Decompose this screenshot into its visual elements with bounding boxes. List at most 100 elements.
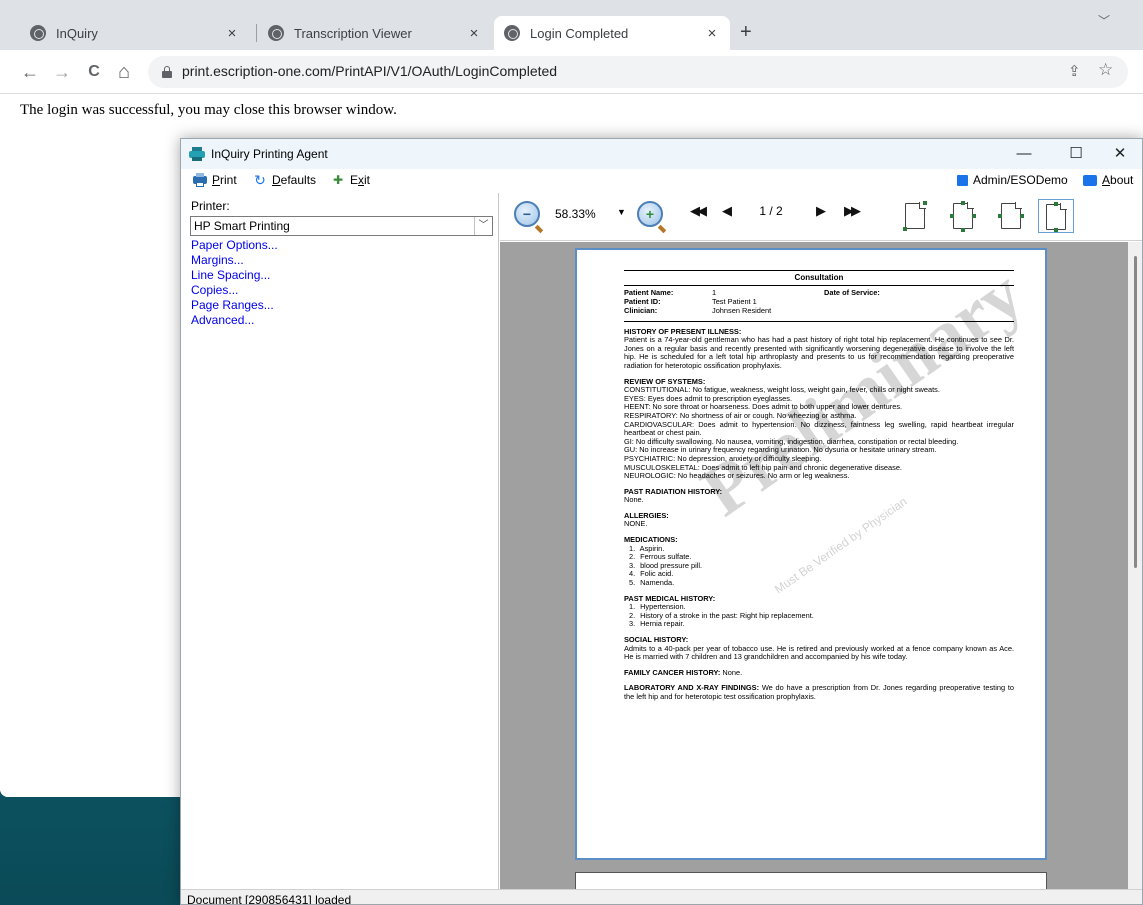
hpi-section: HISTORY OF PRESENT ILLNESS: Patient is a… <box>624 327 1014 371</box>
section-title: ALLERGIES: <box>624 510 669 520</box>
tab-separator <box>256 24 257 42</box>
exit-icon: ✚ <box>332 173 344 187</box>
app-menubar: Print ↻ Defaults ✚ Ex it Admin/ESODemo Ab… <box>181 169 1142 193</box>
tab-title: InQuiry <box>56 25 98 41</box>
print-label: rint <box>220 173 237 187</box>
document-page-2 <box>575 872 1047 889</box>
section-text: None. <box>624 495 644 505</box>
ros-line: CARDIOVASCULAR: Does admit to hypertensi… <box>624 419 1014 438</box>
patient-header: Patient Name: 1 Date of Service: Patient… <box>624 287 1014 321</box>
printer-select-value: HP Smart Printing <box>194 219 290 233</box>
margins-link[interactable]: Margins... <box>191 253 278 268</box>
browser-toolbar: ← → C ⌂ print.escription-one.com/PrintAP… <box>0 50 1143 94</box>
reload-button[interactable]: C <box>82 60 106 84</box>
back-button[interactable]: ← <box>18 60 42 84</box>
forward-button[interactable]: → <box>50 60 74 84</box>
tab-title: Transcription Viewer <box>294 25 412 41</box>
status-bar: Document [290856431] loaded <box>181 889 1142 905</box>
patient-id-value: Test Patient 1 <box>712 296 757 306</box>
print-accel: P <box>212 173 221 187</box>
chevron-down-icon[interactable]: ﹀ <box>1098 12 1110 29</box>
vertical-scrollbar[interactable] <box>1128 242 1142 889</box>
zoom-dropdown-icon[interactable]: ▼ <box>617 207 626 217</box>
page-number-field[interactable]: 1 / 2 <box>742 201 800 221</box>
close-icon[interactable]: × <box>466 25 482 42</box>
close-icon[interactable]: × <box>704 25 720 42</box>
printer-label: Printer: <box>191 199 230 213</box>
advanced-link[interactable]: Advanced... <box>191 313 278 328</box>
defaults-label: efaults <box>280 173 317 187</box>
layout-fit-width-icon[interactable] <box>948 199 978 233</box>
copies-link[interactable]: Copies... <box>191 283 278 298</box>
printer-logo-icon <box>189 147 205 161</box>
globe-icon <box>30 25 46 41</box>
admin-account[interactable]: Admin/ESODemo <box>957 173 1068 187</box>
print-options-panel: Printer: HP Smart Printing ﹀ Paper Optio… <box>181 193 499 889</box>
home-button[interactable]: ⌂ <box>112 60 136 84</box>
document-page: Consultation Patient Name: 1 Date of Ser… <box>575 248 1047 860</box>
list-item: 3. blood pressure pill. <box>629 560 703 570</box>
address-bar[interactable]: print.escription-one.com/PrintAPI/V1/OAu… <box>148 56 1128 88</box>
section-text: Admits to a 40-pack per year of tobacco … <box>624 643 1014 662</box>
maximize-button[interactable]: ☐ <box>1053 143 1099 165</box>
page-ranges-link[interactable]: Page Ranges... <box>191 298 278 313</box>
lock-icon[interactable] <box>162 66 172 78</box>
history-text: Hernia repair. <box>640 619 685 629</box>
bookmark-star-icon[interactable]: ☆ <box>1098 60 1113 80</box>
scrollbar-thumb[interactable] <box>1134 256 1137 568</box>
minimize-button[interactable]: — <box>1001 143 1047 165</box>
medications-section: MEDICATIONS: 1. Aspirin. 2. Ferrous sulf… <box>624 535 1014 588</box>
layout-actual-size-icon[interactable] <box>1038 199 1074 233</box>
exit-menu-item[interactable]: ✚ Ex it <box>331 173 370 187</box>
login-success-message: The login was successful, you may close … <box>20 102 397 118</box>
share-icon[interactable]: ⇪ <box>1068 62 1081 80</box>
zoom-in-button[interactable]: + <box>637 201 663 227</box>
previous-page-icon[interactable]: ◀ <box>722 203 732 219</box>
zoom-level[interactable]: 58.33% <box>555 207 596 221</box>
ros-section: REVIEW OF SYSTEMS: CONSTITUTIONAL: No fa… <box>624 377 1014 481</box>
viewer-toolbar: − 58.33% ▼ + ◀◀ ◀ 1 / 2 ▶ ▶▶ <box>500 193 1142 241</box>
tab-inquiry[interactable]: InQuiry × <box>20 16 250 50</box>
paper-options-link[interactable]: Paper Options... <box>191 238 278 253</box>
last-page-icon[interactable]: ▶▶ <box>844 203 861 219</box>
admin-label: Admin/ESODemo <box>973 173 1068 187</box>
defaults-menu-item[interactable]: ↻ Defaults <box>253 173 316 187</box>
about-label: bout <box>1110 173 1134 187</box>
user-icon <box>957 174 968 186</box>
chevron-down-icon[interactable]: ﹀ <box>474 217 492 235</box>
document-title: Consultation <box>794 273 844 282</box>
patient-name-label: Patient Name: <box>624 287 674 297</box>
line-spacing-link[interactable]: Line Spacing... <box>191 268 278 283</box>
section-title: MEDICATIONS: <box>624 535 678 545</box>
print-option-links: Paper Options... Margins... Line Spacing… <box>191 238 278 328</box>
document-viewer: − 58.33% ▼ + ◀◀ ◀ 1 / 2 ▶ ▶▶ Consultatio… <box>500 193 1142 889</box>
next-page-icon[interactable]: ▶ <box>816 203 826 219</box>
about-accel: A <box>1102 173 1111 187</box>
new-tab-button[interactable]: + <box>740 21 752 44</box>
print-menu-item[interactable]: Print <box>193 173 237 187</box>
defaults-accel: D <box>272 173 281 187</box>
about-menu-item[interactable]: About <box>1083 173 1133 187</box>
social-history-section: SOCIAL HISTORY: Admits to a 40-pack per … <box>624 635 1014 662</box>
tab-login-completed[interactable]: Login Completed × <box>494 16 730 50</box>
printer-select[interactable]: HP Smart Printing ﹀ <box>190 216 493 236</box>
close-button[interactable]: ✕ <box>1097 143 1142 165</box>
lab-findings-section: LABORATORY AND X-RAY FINDINGS: We do hav… <box>624 684 1014 701</box>
section-text: Patient is a 74-year-old gentleman who h… <box>624 335 1014 370</box>
layout-fit-page-icon[interactable] <box>900 199 930 233</box>
section-title: FAMILY CANCER HISTORY: <box>624 667 721 677</box>
status-text: Document [290856431] loaded <box>187 893 352 905</box>
medical-history-section: PAST MEDICAL HISTORY: 1. Hypertension. 2… <box>624 594 1014 629</box>
patient-name-value: 1 <box>712 287 717 297</box>
medications-list: 1. Aspirin. 2. Ferrous sulfate. 3. blood… <box>624 544 1014 588</box>
first-page-icon[interactable]: ◀◀ <box>690 203 707 219</box>
refresh-icon: ↻ <box>254 172 266 188</box>
info-book-icon <box>1083 174 1097 186</box>
tab-transcription-viewer[interactable]: Transcription Viewer × <box>258 16 492 50</box>
ros-line: NEUROLOGIC: No headaches or seizures. No… <box>624 471 850 481</box>
url-text[interactable]: print.escription-one.com/PrintAPI/V1/OAu… <box>182 63 557 79</box>
close-icon[interactable]: × <box>224 25 240 42</box>
layout-page-width-icon[interactable] <box>996 199 1026 233</box>
zoom-out-button[interactable]: − <box>514 201 540 227</box>
clinician-label: Clinician: <box>624 305 658 315</box>
